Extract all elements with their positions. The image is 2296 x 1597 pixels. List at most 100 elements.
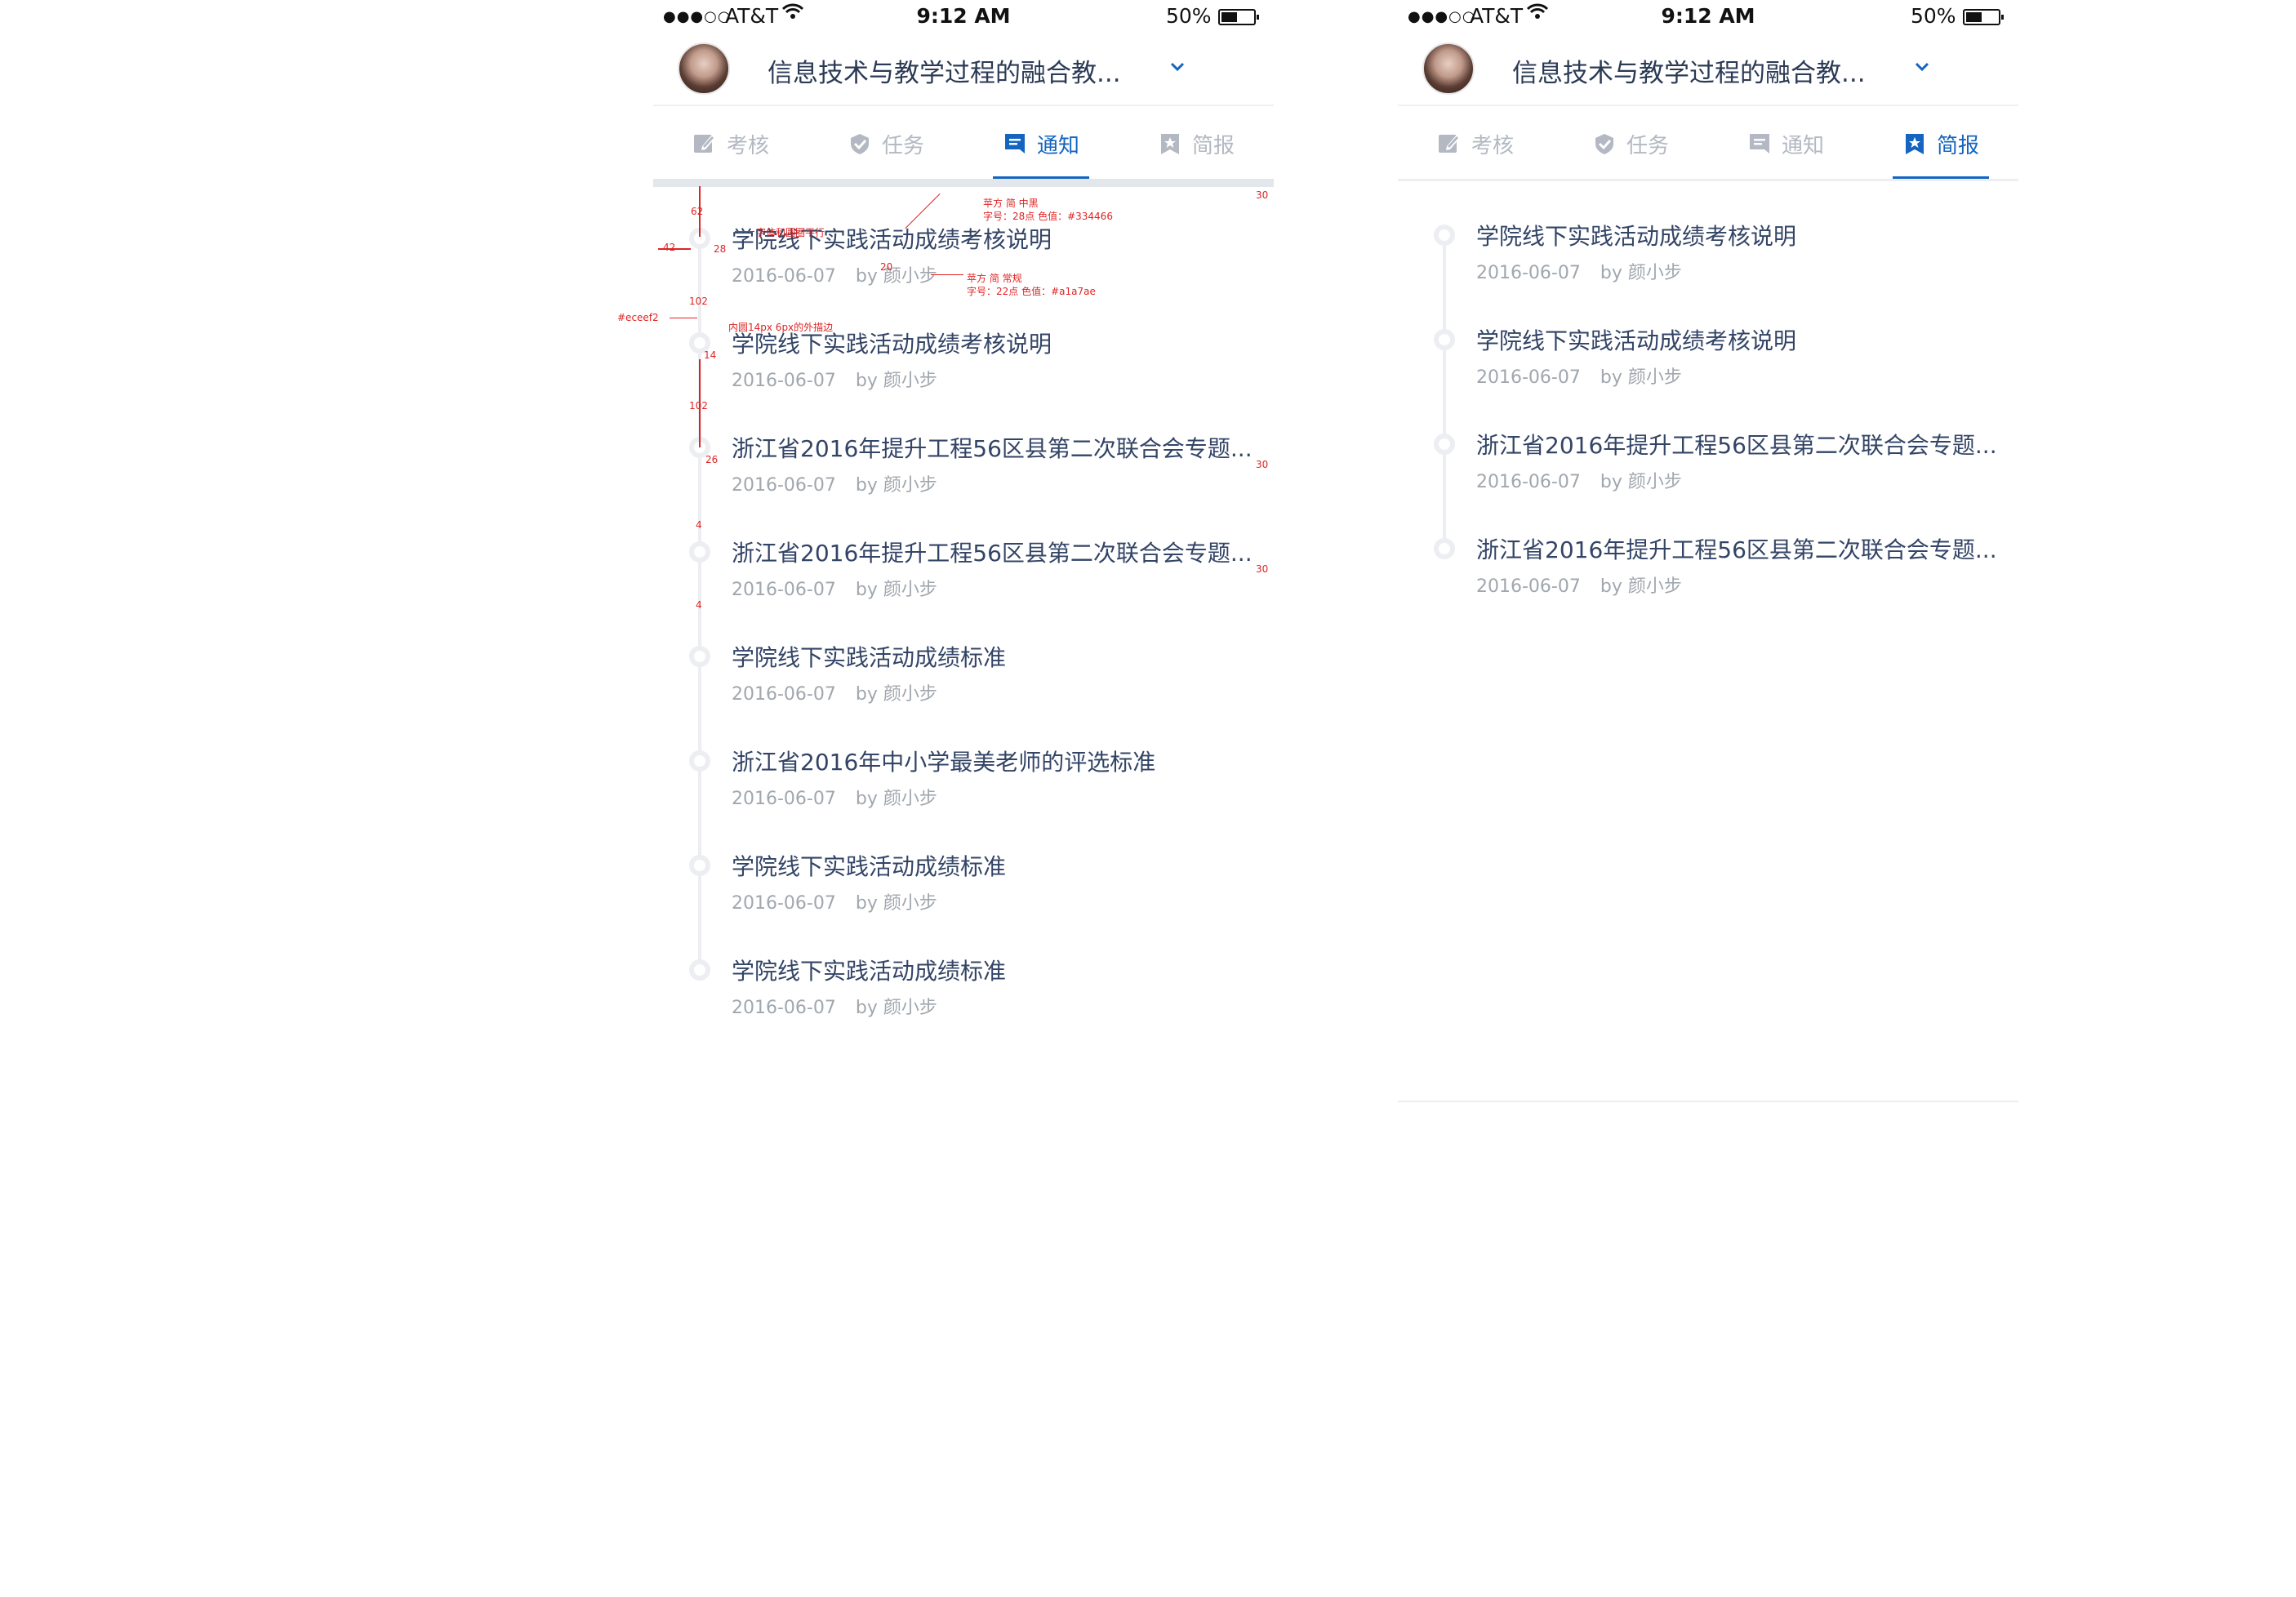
tab-assessment[interactable]: 考核	[653, 108, 808, 180]
item-author: by 颜小步	[1600, 576, 1682, 597]
item-meta: 2016-06-07 by 颜小步	[1476, 467, 1682, 493]
tab-label: 考核	[1471, 133, 1514, 158]
course-title[interactable]: 信息技术与教学过程的融合教...	[1512, 52, 1866, 89]
spec-item-gap-2: 102	[689, 400, 708, 411]
list-item[interactable]: 学院线下实践活动成绩标准 2016-06-07 by 颜小步	[653, 606, 1274, 710]
spec-small-4b: 4	[696, 599, 702, 611]
tab-bar: 考核 任务 通知 简报	[653, 108, 1274, 180]
status-bar: ●●●○○ AT&T 9:12 AM 50%	[653, 0, 1274, 33]
spec-small-4a: 4	[696, 519, 702, 531]
battery-percent: 50%	[1911, 4, 1956, 28]
edit-icon	[1438, 135, 1460, 153]
list-item[interactable]: 浙江省2016年提升工程56区县第二次联合会专题... 2016-06-07 by…	[653, 501, 1274, 606]
item-author: by 颜小步	[855, 998, 937, 1018]
item-author: by 颜小步	[855, 266, 937, 287]
brief-screen: ●●●○○ AT&T 9:12 AM 50% 信息技术与教学过程的融合教... …	[1398, 0, 2018, 1110]
edit-icon	[693, 135, 715, 153]
item-title: 浙江省2016年提升工程56区县第二次联合会专题...	[1476, 536, 1997, 563]
item-date: 2016-06-07	[732, 371, 836, 391]
list-item[interactable]: 浙江省2016年中小学最美老师的评选标准 2016-06-07 by 颜小步	[653, 710, 1274, 815]
list-item[interactable]: 浙江省2016年提升工程56区县第二次联合会专题... 2016-06-07 by…	[1398, 498, 2018, 603]
item-date: 2016-06-07	[732, 475, 836, 496]
item-meta: 2016-06-07 by 颜小步	[732, 261, 937, 287]
course-title[interactable]: 信息技术与教学过程的融合教...	[768, 52, 1121, 89]
message-icon	[1004, 134, 1025, 153]
timeline-dot	[1434, 329, 1455, 350]
timeline-dot	[1434, 434, 1455, 455]
list-item[interactable]: 学院线下实践活动成绩标准 2016-06-07 by 颜小步	[653, 919, 1274, 1024]
notice-screen: ●●●○○ AT&T 9:12 AM 50% 信息技术与教学过程的融合教... …	[617, 0, 1274, 1110]
item-meta: 2016-06-07 by 颜小步	[1476, 363, 1682, 389]
item-date: 2016-06-07	[732, 580, 836, 600]
spec-right-margin-2: 30	[1256, 459, 1269, 470]
tab-task[interactable]: 任务	[808, 108, 963, 180]
item-title: 学院线下实践活动成绩标准	[732, 853, 1007, 880]
list-item[interactable]: 学院线下实践活动成绩考核说明 2016-06-07 by 颜小步	[653, 188, 1274, 292]
list-item[interactable]: 学院线下实践活动成绩标准 2016-06-07 by 颜小步	[653, 815, 1274, 919]
avatar[interactable]	[1422, 42, 1475, 95]
spec-title-meta-gap: 20	[880, 261, 893, 273]
item-title: 浙江省2016年提升工程56区县第二次联合会专题...	[732, 435, 1253, 462]
spec-right-margin-3: 30	[1256, 563, 1269, 575]
item-author: by 颜小步	[1600, 367, 1682, 388]
item-author: by 颜小步	[1600, 263, 1682, 283]
item-title: 浙江省2016年中小学最美老师的评选标准	[732, 749, 1156, 776]
item-title: 学院线下实践活动成绩标准	[732, 958, 1007, 985]
spec-meta-font-1: 苹方 简 常规	[967, 273, 1022, 284]
tab-label: 任务	[881, 133, 924, 158]
item-meta: 2016-06-07 by 颜小步	[732, 470, 937, 496]
list-item[interactable]: 浙江省2016年提升工程56区县第二次联合会专题... 2016-06-07 by…	[653, 397, 1274, 501]
bottom-divider	[1398, 1101, 2018, 1102]
tab-notice[interactable]: 通知	[963, 108, 1119, 180]
tab-label: 考核	[726, 133, 769, 158]
item-date: 2016-06-07	[732, 789, 836, 809]
battery-percent: 50%	[1166, 4, 1212, 28]
tab-notice[interactable]: 通知	[1708, 108, 1863, 180]
item-author: by 颜小步	[855, 893, 937, 914]
avatar[interactable]	[678, 42, 730, 95]
battery-icon	[1218, 9, 1259, 25]
star-bookmark-icon	[1905, 134, 1924, 154]
timeline-dot	[689, 541, 710, 563]
shield-check-icon	[1595, 134, 1613, 154]
list-item[interactable]: 浙江省2016年提升工程56区县第二次联合会专题... 2016-06-07 by…	[1398, 394, 2018, 498]
timeline-dot	[689, 959, 710, 981]
item-meta: 2016-06-07 by 颜小步	[732, 888, 937, 914]
chevron-down-icon[interactable]	[1912, 57, 1932, 77]
tab-brief[interactable]: 简报	[1863, 108, 2018, 180]
tab-label: 简报	[1936, 133, 1979, 158]
timeline-dot	[689, 646, 710, 667]
list-item[interactable]: 学院线下实践活动成绩考核说明 2016-06-07 by 颜小步	[653, 292, 1274, 397]
item-title: 浙江省2016年提升工程56区县第二次联合会专题...	[1476, 432, 1997, 459]
tab-label: 通知	[1781, 133, 1824, 158]
spec-left-gap: 42	[663, 242, 676, 253]
spec-top-gap: 62	[691, 206, 704, 217]
tab-brief[interactable]: 简报	[1119, 108, 1274, 180]
spec-rail-color: #eceef2	[617, 312, 659, 323]
status-bar: ●●●○○ AT&T 9:12 AM 50%	[1398, 0, 2018, 33]
item-title: 学院线下实践活动成绩考核说明	[1476, 223, 1797, 250]
tab-task[interactable]: 任务	[1553, 108, 1708, 180]
item-title: 浙江省2016年提升工程56区县第二次联合会专题...	[732, 540, 1253, 567]
course-header[interactable]: 信息技术与教学过程的融合教...	[1398, 33, 2018, 106]
tab-assessment[interactable]: 考核	[1398, 108, 1553, 180]
course-header[interactable]: 信息技术与教学过程的融合教...	[653, 33, 1274, 106]
item-meta: 2016-06-07 by 颜小步	[732, 575, 937, 601]
timeline-dot	[1434, 538, 1455, 559]
tab-label: 简报	[1191, 133, 1235, 158]
item-date: 2016-06-07	[732, 893, 836, 914]
tab-bar: 考核 任务 通知 简报	[1398, 108, 2018, 180]
shield-check-icon	[850, 134, 869, 154]
item-author: by 颜小步	[855, 475, 937, 496]
item-date: 2016-06-07	[732, 266, 836, 287]
timeline-dot	[689, 855, 710, 876]
spec-right-margin-1: 30	[1256, 189, 1269, 201]
list-item[interactable]: 学院线下实践活动成绩考核说明 2016-06-07 by 颜小步	[1398, 185, 2018, 289]
timeline-dot	[689, 750, 710, 772]
item-date: 2016-06-07	[1476, 576, 1581, 597]
item-date: 2016-06-07	[1476, 263, 1581, 283]
item-date: 2016-06-07	[732, 998, 836, 1018]
item-date: 2016-06-07	[1476, 367, 1581, 388]
chevron-down-icon[interactable]	[1168, 57, 1187, 77]
list-item[interactable]: 学院线下实践活动成绩考核说明 2016-06-07 by 颜小步	[1398, 289, 2018, 394]
